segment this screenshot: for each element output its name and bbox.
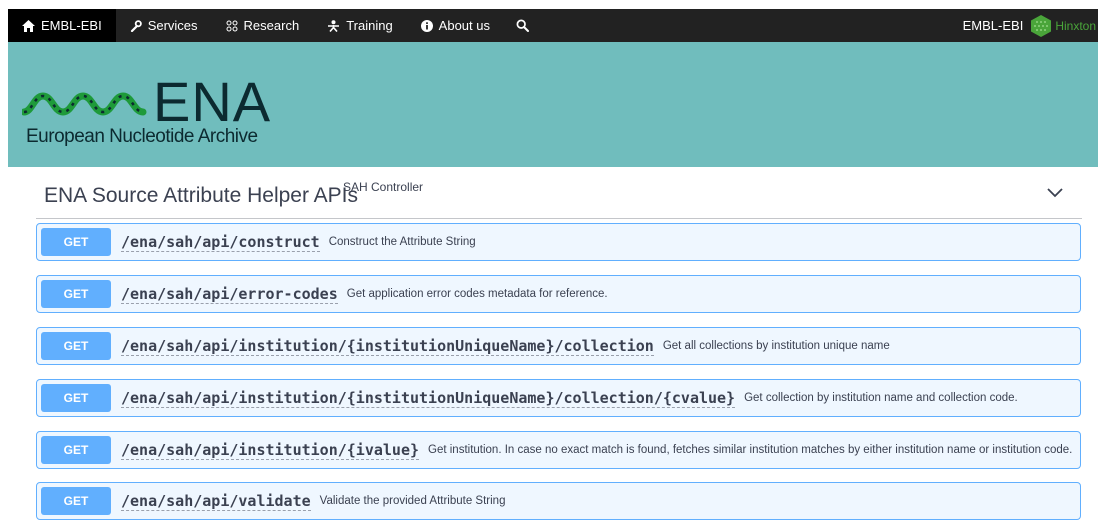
- operation-path[interactable]: /ena/sah/api/construct: [121, 233, 320, 252]
- operation-row[interactable]: GET /ena/sah/api/institution/{institutio…: [36, 379, 1081, 417]
- search-icon: [516, 19, 529, 32]
- operation-summary: Get institution. In case no exact match …: [428, 444, 1073, 456]
- api-section-header[interactable]: ENA Source Attribute Helper APIs SAH Con…: [36, 170, 1082, 219]
- nav-item-label: Services: [147, 18, 198, 33]
- method-badge: GET: [41, 436, 111, 464]
- section-title: ENA Source Attribute Helper APIs: [44, 184, 358, 207]
- section-description: SAH Controller: [343, 180, 424, 194]
- operation-row[interactable]: GET /ena/sah/api/institution/{institutio…: [36, 327, 1081, 365]
- operation-row[interactable]: GET /ena/sah/api/institution/{ivalue} Ge…: [36, 431, 1081, 469]
- operation-summary: Construct the Attribute String: [328, 236, 476, 248]
- method-badge: GET: [41, 228, 111, 256]
- nav-item-research[interactable]: Research: [212, 9, 314, 42]
- embl-ebi-link[interactable]: EMBL-EBI: [949, 18, 1030, 33]
- method-badge: GET: [41, 487, 111, 515]
- operation-row[interactable]: GET /ena/sah/api/validate Validate the p…: [36, 482, 1081, 520]
- operation-path[interactable]: /ena/sah/api/institution/{ivalue}: [121, 441, 420, 460]
- method-badge: GET: [41, 280, 111, 308]
- search-button[interactable]: [504, 9, 541, 42]
- method-badge: GET: [41, 332, 111, 360]
- ena-wave-icon: [22, 92, 147, 116]
- location-link[interactable]: Hinxton: [1055, 19, 1098, 33]
- operation-path[interactable]: /ena/sah/api/error-codes: [121, 285, 338, 304]
- operation-row[interactable]: GET /ena/sah/api/construct Construct the…: [36, 223, 1081, 261]
- ena-acronym: ENA: [153, 70, 272, 133]
- info-icon: [420, 19, 433, 32]
- research-icon: [226, 20, 238, 32]
- nav-item-label: About us: [438, 18, 490, 33]
- wrench-icon: [130, 19, 142, 32]
- nav-item-label: EMBL-EBI: [41, 18, 102, 33]
- ena-logo[interactable]: ENA European Nucleotide Archive: [18, 74, 278, 154]
- ena-banner: ENA European Nucleotide Archive: [8, 42, 1098, 167]
- nav-item-about-us[interactable]: About us: [407, 9, 504, 42]
- operation-summary: Get collection by institution name and c…: [744, 392, 1018, 404]
- embl-hex-logo-icon: [1029, 14, 1053, 38]
- operation-summary: Validate the provided Attribute String: [319, 495, 506, 507]
- training-icon: [327, 19, 340, 32]
- operation-path[interactable]: /ena/sah/api/institution/{institutionUni…: [121, 337, 654, 356]
- operation-summary: Get all collections by institution uniqu…: [662, 340, 890, 352]
- operation-row[interactable]: GET /ena/sah/api/error-codes Get applica…: [36, 275, 1081, 313]
- nav-item-embl-ebi[interactable]: EMBL-EBI: [8, 9, 116, 42]
- nav-item-label: Research: [243, 18, 300, 33]
- ena-subtitle: European Nucleotide Archive: [26, 126, 258, 147]
- top-navigation-bar: EMBL-EBI Services Research Training Abou…: [8, 9, 1098, 42]
- home-icon: [22, 19, 35, 32]
- operation-path[interactable]: /ena/sah/api/validate: [121, 492, 311, 511]
- nav-item-training[interactable]: Training: [313, 9, 406, 42]
- operation-path[interactable]: /ena/sah/api/institution/{institutionUni…: [121, 389, 736, 408]
- nav-item-label: Training: [346, 18, 393, 33]
- chevron-down-icon[interactable]: [1046, 186, 1064, 204]
- nav-item-services[interactable]: Services: [116, 9, 212, 42]
- operation-summary: Get application error codes metadata for…: [346, 288, 608, 300]
- method-badge: GET: [41, 384, 111, 412]
- topbar-right-group: EMBL-EBI Hinxton: [949, 9, 1098, 42]
